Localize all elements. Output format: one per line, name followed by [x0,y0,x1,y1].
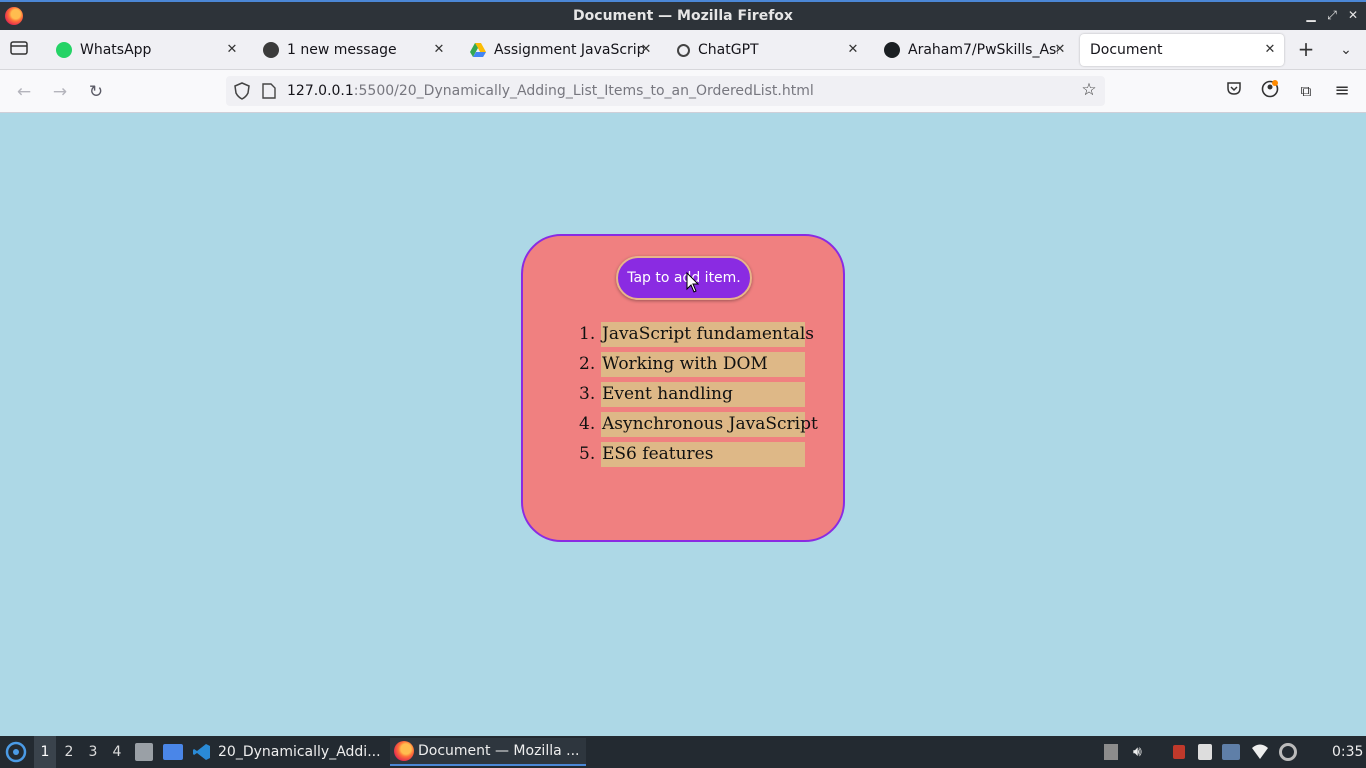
close-tab-icon[interactable]: ✕ [224,42,240,58]
forward-icon[interactable]: → [48,80,72,104]
page-info-icon[interactable] [262,83,276,99]
list-item: 3. Event handling [579,379,805,409]
tab-github[interactable]: Araham7/PwSkills_Ass ✕ [872,34,1074,66]
start-menu-icon[interactable] [5,741,27,763]
clipboard-icon[interactable] [1104,744,1118,760]
close-tab-icon[interactable]: ✕ [1052,42,1068,58]
workspace-3[interactable]: 3 [82,736,104,768]
tab-chatgpt[interactable]: ChatGPT ✕ [665,34,867,66]
github-icon [884,42,900,58]
settings-gear-icon[interactable] [1279,743,1297,761]
list-item-number: 2. [579,354,596,374]
list-item: 1. JavaScript fundamentals [579,319,814,349]
taskbar-app-label: 20_Dynamically_Addi... [218,744,381,760]
page-viewport: Tap to add item. 1. JavaScript fundament… [0,113,1366,736]
bookmark-star-icon[interactable]: ☆ [1079,80,1099,100]
close-tab-icon[interactable]: ✕ [1262,42,1278,58]
close-tab-icon[interactable]: ✕ [431,42,447,58]
list-item-number: 5. [579,444,596,464]
mouse-cursor-icon [686,272,700,293]
tab-new-message[interactable]: 1 new message ✕ [251,34,453,66]
window-title: Document — Mozilla Firefox [573,8,793,24]
list-item-number: 3. [579,384,596,404]
list-item-number: 1. [579,324,596,344]
minimize-icon[interactable]: ▁ [1302,6,1320,24]
tab-document[interactable]: Document ✕ [1080,34,1284,66]
list-item-text: ES6 features [601,441,805,467]
battery-icon[interactable] [1173,745,1185,759]
file-manager-icon[interactable] [135,743,153,761]
taskbar-app-vscode[interactable]: 20_Dynamically_Addi... [192,738,382,766]
google-drive-icon [470,42,486,58]
list-item: 2. Working with DOM [579,349,805,379]
reload-icon[interactable]: ↻ [84,80,108,104]
close-tab-icon[interactable]: ✕ [845,42,861,58]
vscode-icon [192,742,212,762]
list-card: Tap to add item. 1. JavaScript fundament… [521,234,845,542]
workspace-4[interactable]: 4 [106,736,128,768]
notification-icon[interactable] [1222,744,1240,760]
ordered-list: 1. JavaScript fundamentals 2. Working wi… [579,319,818,469]
wifi-icon[interactable] [1251,744,1268,760]
url-bar[interactable]: 127.0.0.1:5500/20_Dynamically_Adding_Lis… [226,76,1105,106]
new-tab-icon[interactable]: + [1294,38,1318,62]
workspace-1[interactable]: 1 [34,736,56,768]
taskbar-app-label: Document — Mozilla ... [418,743,580,759]
menu-icon[interactable]: ≡ [1331,80,1353,102]
tab-label: WhatsApp [80,42,152,58]
chatgpt-icon [677,43,690,57]
clock: 0:35 [1332,744,1364,760]
back-icon[interactable]: ← [12,80,36,104]
list-item-text: Event handling [601,381,805,407]
close-tab-icon[interactable]: ✕ [638,42,654,58]
tab-assignment[interactable]: Assignment JavaScript ✕ [458,34,660,66]
list-all-tabs-icon[interactable]: ⌄ [1334,38,1358,62]
desktop-icon[interactable] [163,744,183,760]
workspace-2[interactable]: 2 [58,736,80,768]
window-titlebar: Document — Mozilla Firefox ▁ ⤢ ✕ [0,0,1366,30]
list-item-text: Asynchronous JavaScript [601,411,818,437]
extensions-icon[interactable]: ⧉ [1295,80,1317,102]
list-item-text: JavaScript fundamentals [601,321,814,347]
wordpress-icon [263,42,279,58]
url-text[interactable]: 127.0.0.1:5500/20_Dynamically_Adding_Lis… [287,83,814,99]
whatsapp-icon [56,42,72,58]
tab-label: Araham7/PwSkills_Ass [908,42,1058,58]
tab-strip: WhatsApp ✕ 1 new message ✕ Assignment Ja… [0,30,1366,70]
tab-label: ChatGPT [698,42,759,58]
close-window-icon[interactable]: ✕ [1344,6,1362,24]
firefox-icon [394,741,414,761]
add-item-button[interactable]: Tap to add item. [616,256,752,300]
tab-label: 1 new message [287,42,397,58]
maximize-icon[interactable]: ⤢ [1323,6,1341,24]
navigation-bar: ← → ↻ 127.0.0.1:5500/20_Dynamically_Addi… [0,70,1366,113]
account-icon[interactable] [1259,80,1281,102]
volume-icon[interactable]: 🔊︎ [1133,744,1149,760]
list-item: 4. Asynchronous JavaScript [579,409,818,439]
tracking-shield-icon[interactable] [234,82,250,100]
tab-label: Document [1090,42,1163,58]
list-item-text: Working with DOM [601,351,805,377]
taskbar-app-firefox[interactable]: Document — Mozilla ... [390,738,586,766]
list-item-number: 4. [579,414,596,434]
notes-icon[interactable] [1198,744,1212,760]
firefox-view-icon[interactable] [8,40,30,60]
pocket-icon[interactable] [1223,80,1245,102]
list-item: 5. ES6 features [579,439,805,469]
tab-whatsapp[interactable]: WhatsApp ✕ [44,34,246,66]
taskbar: 1 2 3 4 20_Dynamically_Addi... Document … [0,736,1366,768]
tab-label: Assignment JavaScript [494,42,644,58]
